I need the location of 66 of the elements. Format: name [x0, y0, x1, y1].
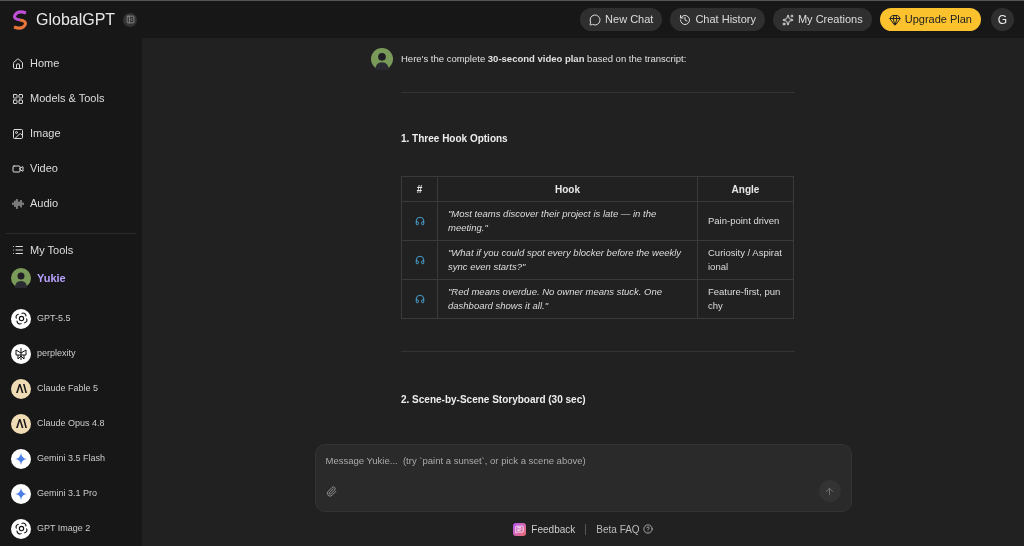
section-heading: 2. Scene-by-Scene Storyboard (30 sec): [401, 393, 587, 407]
headphones-icon: [414, 255, 425, 266]
openai-logo-icon: [11, 518, 31, 539]
image-icon: [12, 127, 24, 140]
history-icon: [679, 13, 692, 26]
openai-logo-icon: [11, 308, 31, 329]
table-cell: Pain-point driven: [697, 201, 794, 241]
column-header: Angle: [697, 176, 794, 202]
feedback-link[interactable]: Feedback: [513, 521, 576, 537]
anthropic-logo-icon: [11, 378, 31, 399]
sidebar-item[interactable]: Video: [6, 151, 136, 186]
sidebar-item[interactable]: Home: [6, 46, 136, 81]
globalgpt-logo-icon: [10, 9, 30, 30]
perplexity-logo-icon: [11, 343, 31, 364]
message-input[interactable]: Message Yukie... (try `paint a sunset`, or pick a scene above): [325, 454, 841, 469]
column-header: Hook: [437, 176, 698, 202]
message-composer[interactable]: Message Yukie... (try `paint a sunset`, or pick a scene above): [314, 444, 852, 512]
paperclip-icon: [325, 485, 337, 497]
model-item[interactable]: Gemini 3.5 Flash: [6, 441, 136, 476]
audio-wave-icon: [12, 197, 24, 210]
video-camera-icon: [12, 162, 24, 175]
sparkles-icon: [781, 13, 794, 26]
home-icon: [12, 57, 24, 70]
avatar-icon: [11, 268, 31, 288]
sidebar-item[interactable]: Models & Tools: [6, 81, 136, 116]
model-item[interactable]: GPT Image 2: [6, 511, 136, 546]
table-cell: "What if you could spot every blocker before the weekly sync even starts?": [437, 240, 698, 280]
header-button[interactable]: New Chat: [580, 8, 663, 31]
message-text: Here's the complete 30-second video plan based on the transcript:: [401, 51, 687, 66]
avatar-icon: [371, 48, 393, 70]
app-name: GlobalGPT: [36, 9, 116, 30]
model-item[interactable]: Gemini 3.1 Pro: [6, 476, 136, 511]
beta-faq-link[interactable]: Beta FAQ: [596, 521, 653, 537]
send-button[interactable]: [818, 480, 841, 502]
list-icon: [12, 244, 24, 256]
grid-icon: [12, 92, 24, 105]
speech-bubble-icon: [589, 13, 602, 26]
arrow-up-icon: [824, 485, 835, 497]
table-cell: "Red means overdue. No owner means stuck. One dashboard shows it all.": [437, 279, 698, 319]
collapse-icon: [125, 15, 135, 24]
sidebar-item[interactable]: Image: [6, 116, 136, 151]
model-item[interactable]: GPT-5.5: [6, 301, 136, 336]
model-item[interactable]: Claude Fable 5: [6, 371, 136, 406]
table-cell: Curiosity / Aspirational: [697, 240, 794, 280]
headphones-icon: [414, 294, 425, 305]
account-avatar-button[interactable]: G: [991, 8, 1014, 31]
table-cell: Feature-first, punchy: [697, 279, 794, 319]
header-button[interactable]: Chat History: [670, 8, 765, 31]
gem-icon: [888, 13, 901, 26]
anthropic-logo-icon: [11, 413, 31, 434]
sparkle-logo-icon: [11, 483, 31, 504]
header-button[interactable]: My Creations: [772, 8, 872, 31]
collapse-sidebar-button[interactable]: [123, 12, 138, 27]
sidebar-tool-item[interactable]: Yukie: [6, 265, 136, 291]
help-icon: [642, 524, 653, 534]
attach-button[interactable]: [325, 485, 337, 497]
sparkle-logo-icon: [11, 448, 31, 469]
sidebar-item[interactable]: Audio: [6, 186, 136, 221]
headphones-icon: [414, 216, 425, 227]
table-cell: "Most teams discover their project is late — in the meeting.": [437, 201, 698, 241]
column-header: #: [401, 176, 438, 202]
model-item[interactable]: Claude Opus 4.8: [6, 406, 136, 441]
my-tools-item[interactable]: My Tools: [6, 235, 136, 265]
section-heading: 1. Three Hook Options: [401, 132, 509, 146]
upgrade-plan-button[interactable]: Upgrade Plan: [879, 8, 981, 31]
model-item[interactable]: perplexity: [6, 336, 136, 371]
